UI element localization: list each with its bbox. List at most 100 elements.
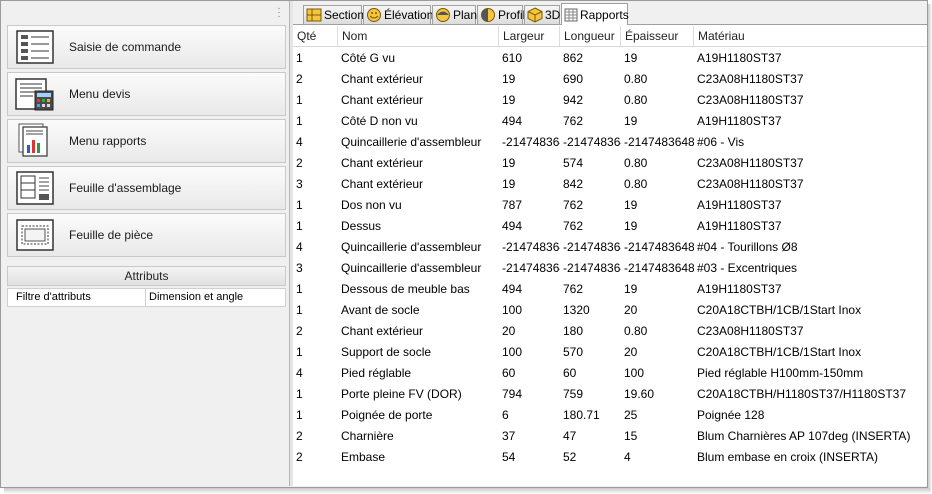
part-sheet-icon [16,219,54,251]
column-header-length[interactable]: Longueur [560,26,621,46]
cell-name: Chant extérieur [341,324,424,338]
table-row[interactable]: 2 Charnière 37 47 15 Blum Charnières AP 107de… [293,426,927,447]
cell-width: -2147483648 [502,135,560,149]
column-header-material[interactable]: Matériau [694,26,927,46]
cell-material: A19H1180ST37 [697,282,782,296]
cell-name: Dos non vu [341,198,402,212]
command-part-sheet[interactable]: Feuille de pièce [7,213,286,257]
table-row[interactable]: 2 Chant extérieur 19 690 0.80 C23A08H1180ST37 [293,69,927,90]
profile-icon [481,8,495,22]
cell-width: 787 [502,198,523,212]
column-header-thickness[interactable]: Épaisseur [621,26,694,46]
cell-material: C20A18CTBH/1CB/1Start Inox [697,303,862,317]
cell-width: 610 [502,51,523,65]
cell-material: A19H1180ST37 [697,51,782,65]
command-part-sheet-label: Feuille de pièce [69,228,154,242]
column-header-name[interactable]: Nom [338,26,499,46]
tab-3d[interactable]: 3D [524,5,560,24]
cell-material: #06 - Vis [697,135,745,149]
cell-name: Quincaillerie d'assembleur [341,135,482,149]
reports-icon [18,123,48,157]
cell-length: 52 [563,450,577,464]
cell-thickness: 100 [624,366,645,380]
cell-qty: 1 [296,51,303,65]
cell-width: 494 [502,282,523,296]
quote-calculator-icon [15,78,54,111]
cell-qty: 3 [296,177,303,191]
cell-material: #03 - Excentriques [697,261,798,275]
attribute-filter-value[interactable]: Dimension et angle [146,289,243,306]
cell-width: 19 [502,156,516,170]
table-row[interactable]: 4Quincaillerie d'assembleur-2147483648-2… [293,132,927,153]
cell-qty: 1 [296,93,303,107]
command-order-entry-label: Saisie de commande [69,40,182,54]
cell-name: Support de socle [341,345,432,359]
cell-material: C20A18CTBH/1CB/1Start Inox [697,345,862,359]
column-header-qty[interactable]: Qté [293,26,338,46]
cell-thickness: -2147483648 [624,135,694,149]
panel-grip-icon[interactable]: · · · [277,4,281,22]
cell-name: Quincaillerie d'assembleur [341,240,482,254]
table-row[interactable]: 4Quincaillerie d'assembleur-2147483648-2… [293,237,927,258]
cell-name: Dessus [341,219,382,233]
tab-rapports[interactable]: Rapports [561,3,629,25]
tab-plan[interactable]: Plan [432,5,478,24]
cell-material: C23A08H1180ST37 [697,177,804,191]
table-row[interactable]: 1 Avant de socle 100 1320 20 C20A18CTBH/1CB/1… [293,300,927,321]
table-row[interactable]: 1 Porte pleine FV (DOR) 794 759 19.60 C20A18C… [293,384,927,405]
cell-thickness: 19 [624,114,638,128]
tab-plan-label: Plan [453,8,478,22]
cell-material: C23A08H1180ST37 [697,324,804,338]
table-row[interactable]: 1 Côté D non vu 494 762 19 A19H1180ST37 [293,111,927,132]
command-reports-menu[interactable]: Menu rapports [7,119,286,163]
tab-profile[interactable]: Profil [477,5,526,24]
cell-qty: 1 [296,345,303,359]
cell-qty: 1 [296,408,303,422]
cell-qty: 2 [296,156,303,170]
table-row[interactable]: 3Quincaillerie d'assembleur-2147483648-2… [293,258,927,279]
table-row[interactable]: 1 Poignée de porte 6 180.71 25 Poignée 128 [293,405,927,426]
cell-qty: 1 [296,387,303,401]
cell-material: A19H1180ST37 [697,219,782,233]
cell-length: 180 [563,324,584,338]
table-row[interactable]: 1 Dos non vu 787 762 19 A19H1180ST37 [293,195,927,216]
cell-length: 762 [563,219,584,233]
cell-length: 759 [563,387,584,401]
table-row[interactable]: 1 Chant extérieur 19 942 0.80 C23A08H1180ST37 [293,90,927,111]
attribute-filter-row[interactable]: Filtre d'attributs Dimension et angle [7,288,286,307]
table-row[interactable]: 1 Dessous de meuble bas 494 762 19 A19H1180ST… [293,279,927,300]
table-row[interactable]: 2 Chant extérieur 19 574 0.80 C23A08H1180ST37 [293,153,927,174]
command-reports-menu-label: Menu rapports [69,134,147,148]
tab-profile-label: Profil [498,8,526,22]
cell-thickness: 0.80 [624,177,648,191]
cell-qty: 1 [296,198,303,212]
table-row[interactable]: 2 Chant extérieur 20 180 0.80 C23A08H1180ST37 [293,321,927,342]
cell-name: Charnière [341,429,394,443]
table-row[interactable]: 2 Embase 54 52 4 Blum embase en croix (INSERT… [293,447,927,468]
cell-width: 19 [502,72,516,86]
command-assembly-sheet[interactable]: Feuille d'assemblage [7,166,286,210]
tab-section[interactable]: Section [303,5,364,24]
table-row[interactable]: 1 Côté G vu 610 862 19 A19H1180ST37 [293,48,927,69]
assembly-sheet-icon [16,171,54,205]
command-quote-menu[interactable]: Menu devis [7,72,286,116]
cell-thickness: 19.60 [624,387,655,401]
cell-width: 794 [502,387,523,401]
table-row[interactable]: 3 Chant extérieur 19 842 0.80 C23A08H1180ST37 [293,174,927,195]
command-order-entry[interactable]: Saisie de commande [7,25,286,69]
cell-name: Porte pleine FV (DOR) [341,387,462,401]
cell-material: Blum embase en croix (INSERTA) [697,450,878,464]
cell-thickness: 20 [624,345,638,359]
cell-length: 180.71 [563,408,600,422]
cell-qty: 1 [296,282,303,296]
cell-qty: 2 [296,429,303,443]
tab-3d-label: 3D [545,8,561,22]
table-row[interactable]: 4 Pied réglable 60 60 100 Pied réglable H100m… [293,363,927,384]
cell-qty: 4 [296,240,303,254]
column-header-width[interactable]: Largeur [499,26,560,46]
tab-elevation-label: Élévation [384,8,434,22]
table-row[interactable]: 1 Dessus 494 762 19 A19H1180ST37 [293,216,927,237]
table-row[interactable]: 1 Support de socle 100 570 20 C20A18CTBH/1CB/… [293,342,927,363]
cell-length: 1320 [563,303,590,317]
tab-elevation[interactable]: Élévation [363,5,434,24]
